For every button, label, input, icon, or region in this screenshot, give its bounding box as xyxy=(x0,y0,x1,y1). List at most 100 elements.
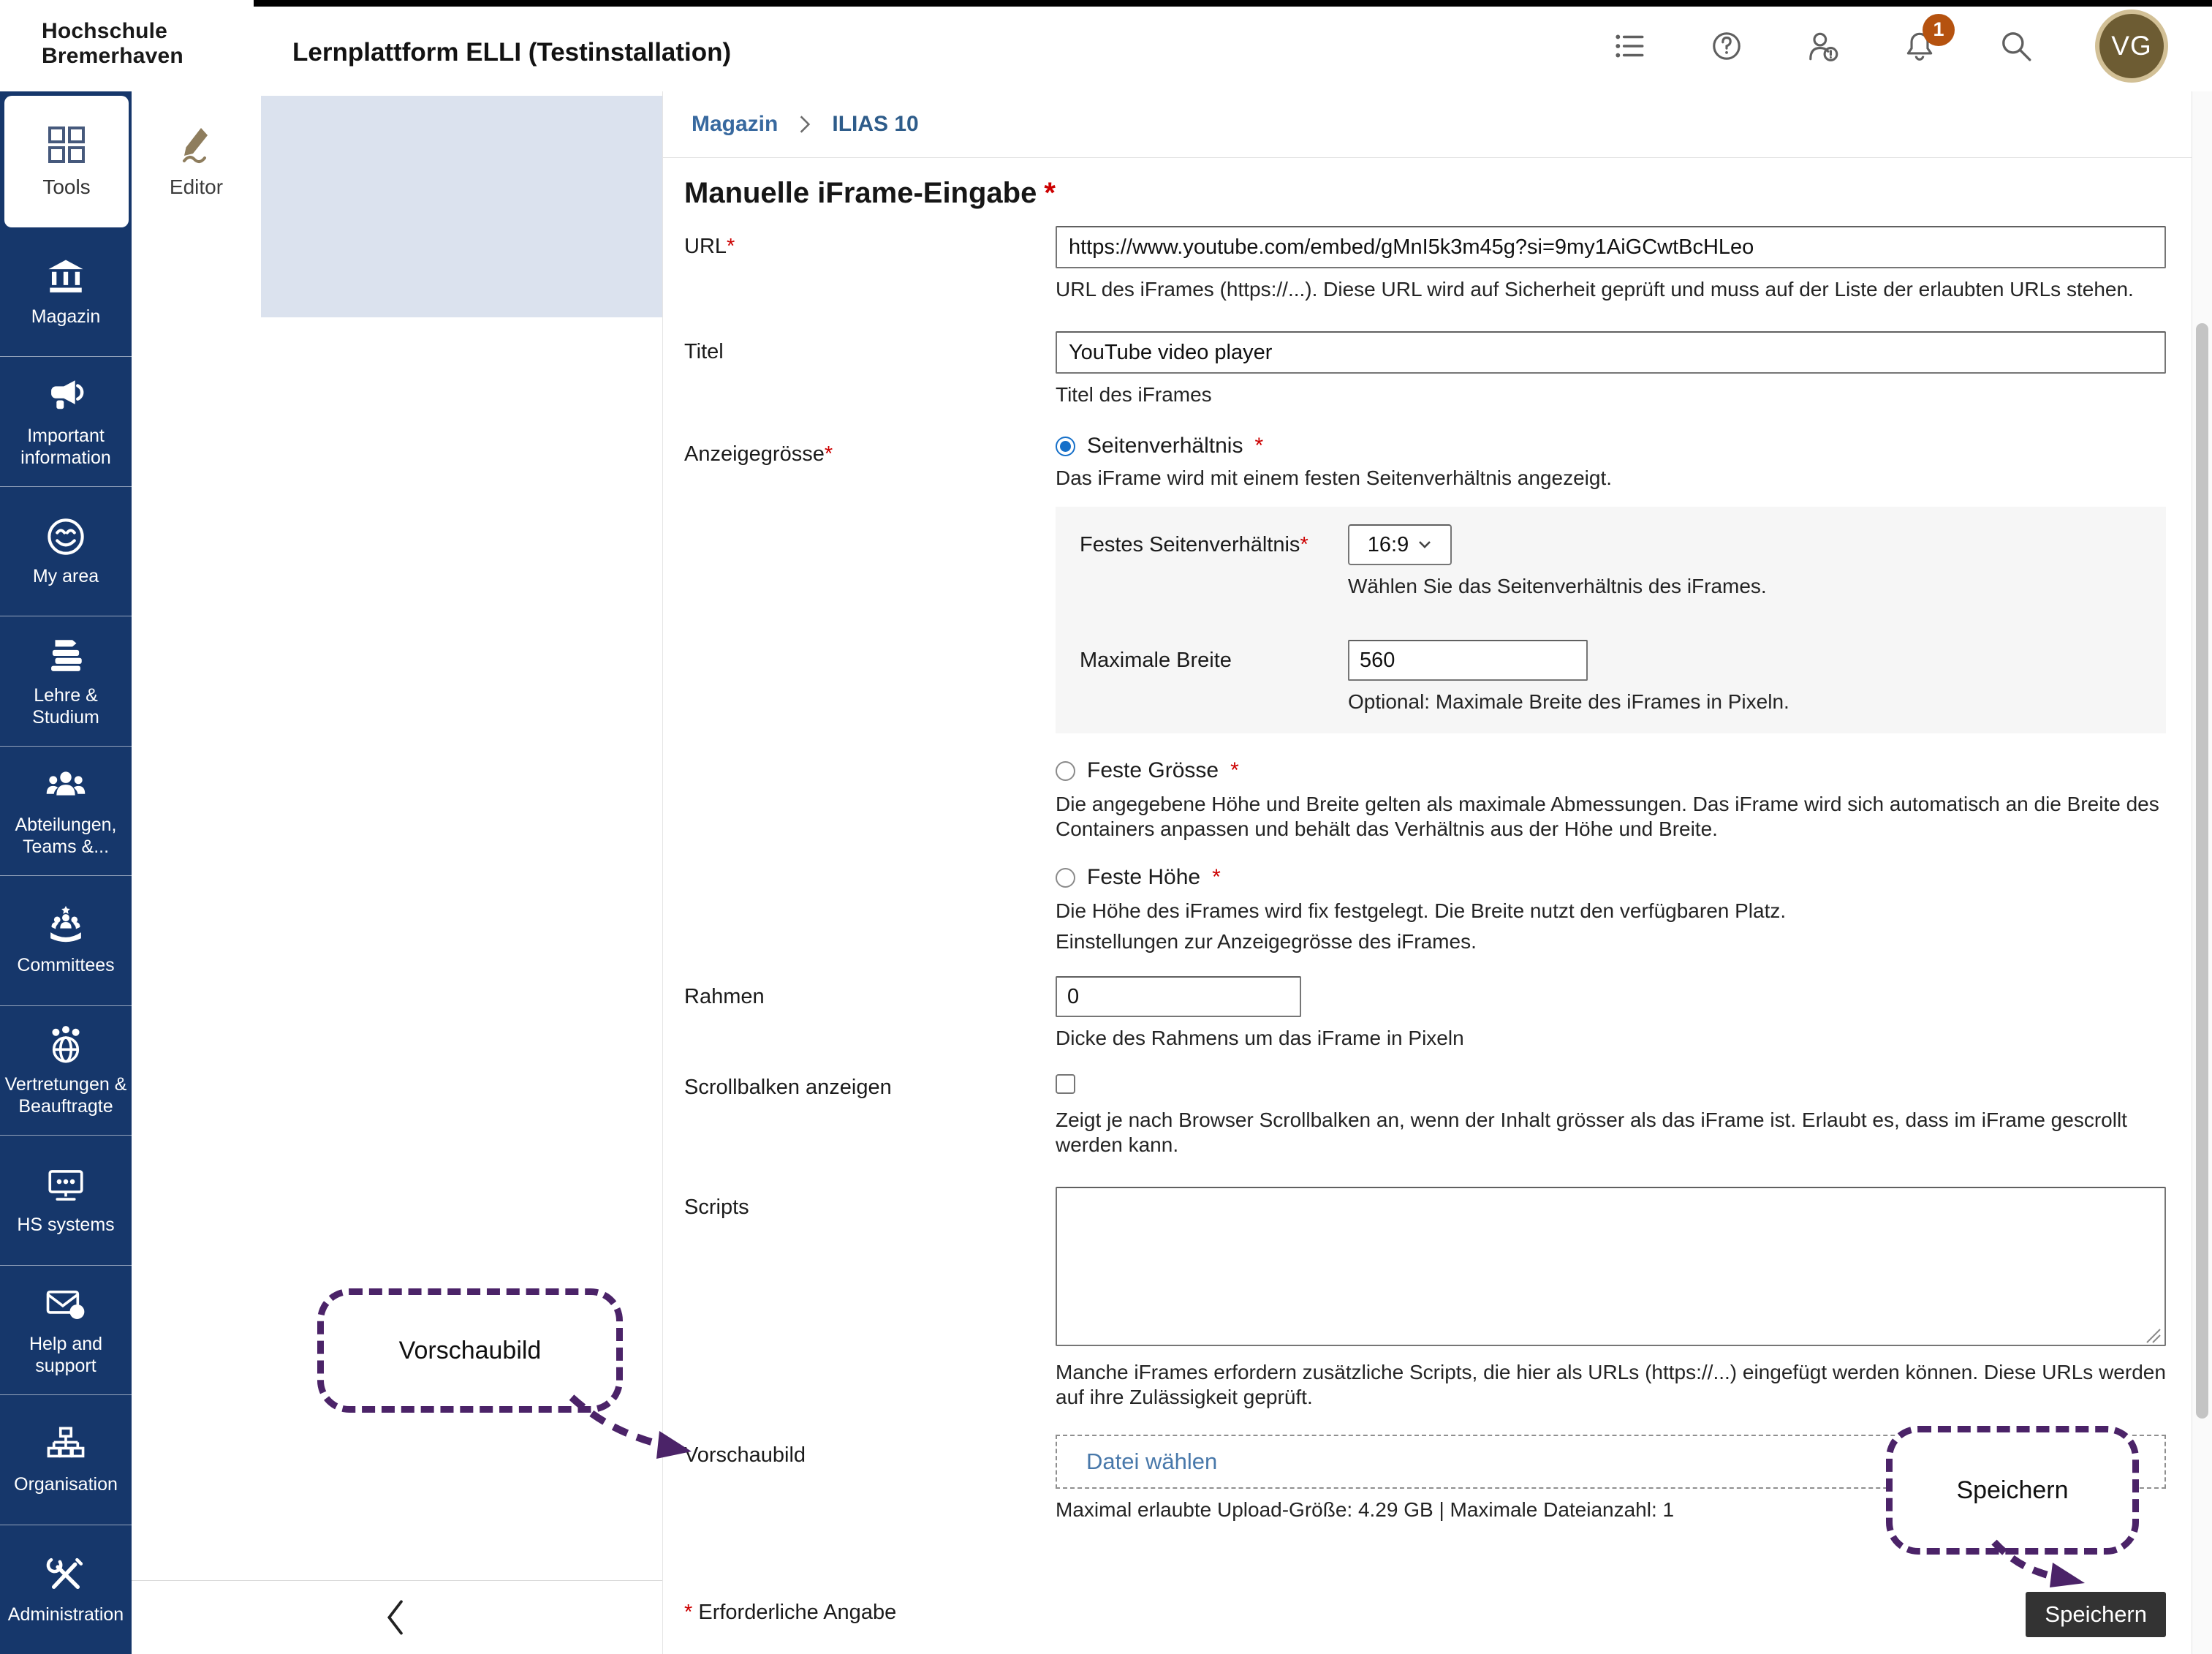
scripts-help: Manche iFrames erfordern zusätzliche Scr… xyxy=(1056,1360,2166,1410)
radio-option-seitenverhaeltnis: Seitenverhältnis * xyxy=(1056,434,2166,458)
search-icon[interactable] xyxy=(1999,29,2034,64)
festes-seitenverhaeltnis-row: Festes Seitenverhältnis* 16:9 Wählen Sie… xyxy=(1080,524,2144,599)
titel-input[interactable] xyxy=(1056,331,2166,374)
scrollbalken-row: Scrollbalken anzeigen Zeigt je nach Brow… xyxy=(684,1074,2166,1158)
scripts-row: Scripts Manche iFrames erfordern zusätzl… xyxy=(684,1187,2166,1410)
notification-badge: 1 xyxy=(1923,14,1955,46)
tab-tools-label: Tools xyxy=(42,175,90,199)
sidebar-item-committees[interactable]: Committees xyxy=(0,875,132,1005)
url-row: URL* URL des iFrames (https://...). Dies… xyxy=(684,226,2166,302)
vorschaubild-label: Vorschaubild xyxy=(684,1435,1056,1522)
sidebar-item-vertretungen-beauftragte[interactable]: Vertretungen & Beauftragte xyxy=(0,1005,132,1135)
tab-editor[interactable]: Editor xyxy=(132,96,261,227)
scrollbalken-checkbox[interactable] xyxy=(1056,1074,1075,1094)
main-sidebar: Magazin Important information My area Le… xyxy=(0,91,132,1654)
scrollbar-track[interactable] xyxy=(2192,91,2212,1654)
url-input[interactable] xyxy=(1056,226,2166,268)
breadcrumb-ilias10[interactable]: ILIAS 10 xyxy=(832,112,918,137)
collapse-panel-button[interactable] xyxy=(382,1597,408,1638)
chevron-down-icon xyxy=(1417,540,1432,549)
sidebar-item-label: Organisation xyxy=(14,1473,118,1495)
page-title: Lernplattform ELLI (Testinstallation) xyxy=(292,38,731,67)
org-chart-icon xyxy=(45,1424,87,1466)
rahmen-row: Rahmen Dicke des Rahmens um das iFrame i… xyxy=(684,976,2166,1051)
pencil-icon xyxy=(176,124,217,165)
tab-tools[interactable]: Tools xyxy=(4,96,129,227)
sidebar-item-administration[interactable]: Administration xyxy=(0,1525,132,1654)
sidebar-item-label: Committees xyxy=(17,954,114,976)
required-note: * Erforderliche Angabe xyxy=(684,1592,896,1625)
sidebar-item-organisation[interactable]: Organisation xyxy=(0,1394,132,1524)
festes-seitenverhaeltnis-label: Festes Seitenverhältnis* xyxy=(1080,524,1348,599)
aspect-ratio-select[interactable]: 16:9 xyxy=(1348,524,1452,565)
sidebar-item-hs-systems[interactable]: HS systems xyxy=(0,1135,132,1264)
sidebar-item-label: Important information xyxy=(2,425,129,469)
sidebar-item-label: Vertretungen & Beauftragte xyxy=(2,1073,129,1117)
monitor-icon xyxy=(45,1164,87,1206)
app-header: Hochschule Bremerhaven Lernplattform ELL… xyxy=(0,0,2212,91)
scrollbar-thumb[interactable] xyxy=(2196,323,2208,1419)
notifications-bell-icon[interactable]: 1 xyxy=(1902,29,1937,64)
feste-groesse-help: Die angegebene Höhe und Breite gelten al… xyxy=(1056,792,2166,842)
university-logo: Hochschule Bremerhaven xyxy=(42,19,183,69)
speichern-annotation-callout: Speichern xyxy=(1886,1426,2139,1555)
scripts-textarea[interactable] xyxy=(1056,1187,2166,1346)
aspect-ratio-help: Wählen Sie das Seitenverhältnis des iFra… xyxy=(1348,574,2144,599)
radio-option-feste-groesse: Feste Grösse * xyxy=(1056,758,2166,783)
user-status-icon[interactable] xyxy=(1806,29,1841,64)
sidebar-item-important-information[interactable]: Important information xyxy=(0,356,132,486)
sidebar-item-label: HS systems xyxy=(17,1214,114,1236)
mail-help-icon: ? xyxy=(45,1283,87,1326)
titel-help: Titel des iFrames xyxy=(1056,382,2166,407)
sidebar-item-label: Lehre & Studium xyxy=(2,684,129,728)
anzeigegroesse-row: Anzeigegrösse* Seitenverhältnis * Das iF… xyxy=(684,434,2166,954)
tab-editor-label: Editor xyxy=(170,175,223,199)
radio-seitenverhaeltnis[interactable] xyxy=(1056,437,1075,456)
avatar[interactable]: VG xyxy=(2095,10,2168,83)
crossed-tools-icon xyxy=(45,1554,87,1596)
smiley-icon xyxy=(45,516,87,558)
seitenverhaeltnis-help: Das iFrame wird mit einem festen Seitenv… xyxy=(1056,466,2166,491)
editor-preview-placeholder xyxy=(261,96,662,317)
scrollbalken-label: Scrollbalken anzeigen xyxy=(684,1074,1056,1158)
breadcrumb-magazin[interactable]: Magazin xyxy=(692,112,778,137)
sidebar-item-magazin[interactable]: Magazin xyxy=(0,227,132,356)
resize-grip-icon[interactable] xyxy=(2144,1326,2162,1344)
radio-option-feste-hoehe: Feste Höhe * xyxy=(1056,865,2166,890)
sidebar-item-my-area[interactable]: My area xyxy=(0,486,132,616)
rahmen-label: Rahmen xyxy=(684,976,1056,1051)
chevron-right-icon xyxy=(797,113,813,135)
sidebar-item-help-support[interactable]: ? Help and support xyxy=(0,1265,132,1394)
scrollbalken-help: Zeigt je nach Browser Scrollbalken an, w… xyxy=(1056,1108,2166,1158)
help-icon[interactable] xyxy=(1709,29,1744,64)
rahmen-input[interactable] xyxy=(1056,976,1301,1017)
main-content: Magazin ILIAS 10 Manuelle iFrame-Eingabe… xyxy=(663,91,2192,1654)
maximale-breite-row: Maximale Breite Optional: Maximale Breit… xyxy=(1080,640,2144,714)
radio-feste-hoehe[interactable] xyxy=(1056,868,1075,888)
sidebar-item-label: Abteilungen, Teams &... xyxy=(2,814,129,858)
sidebar-item-label: Help and support xyxy=(2,1333,129,1377)
choose-file-button[interactable]: Datei wählen xyxy=(1086,1449,1217,1475)
panel-divider xyxy=(132,1580,662,1581)
logo-line1: Hochschule xyxy=(42,19,183,44)
save-button[interactable]: Speichern xyxy=(2026,1592,2166,1637)
radio-feste-groesse[interactable] xyxy=(1056,761,1075,781)
url-label: URL* xyxy=(684,226,1056,302)
books-icon xyxy=(45,635,87,677)
maximale-breite-input[interactable] xyxy=(1348,640,1588,681)
committee-hand-icon xyxy=(45,905,87,947)
sidebar-item-abteilungen-teams[interactable]: Abteilungen, Teams &... xyxy=(0,746,132,875)
feste-hoehe-help: Die Höhe des iFrames wird fix festgelegt… xyxy=(1056,899,2166,924)
anzeigegroesse-group-help: Einstellungen zur Anzeigegrösse des iFra… xyxy=(1056,929,2166,954)
iframe-form: Manuelle iFrame-Eingabe* URL* URL des iF… xyxy=(663,177,2192,1522)
form-footer: * Erforderliche Angabe Speichern xyxy=(684,1592,2166,1637)
header-actions: 1 VG xyxy=(1613,0,2168,91)
maximale-breite-help: Optional: Maximale Breite des iFrames in… xyxy=(1348,690,2144,714)
form-heading: Manuelle iFrame-Eingabe* xyxy=(684,177,2166,210)
scripts-label: Scripts xyxy=(684,1187,1056,1410)
titel-label: Titel xyxy=(684,331,1056,407)
sidebar-item-lehre-studium[interactable]: Lehre & Studium xyxy=(0,616,132,745)
breadcrumb: Magazin ILIAS 10 xyxy=(663,91,2192,158)
list-icon[interactable] xyxy=(1613,29,1648,64)
url-help: URL des iFrames (https://...). Diese URL… xyxy=(1056,277,2166,302)
